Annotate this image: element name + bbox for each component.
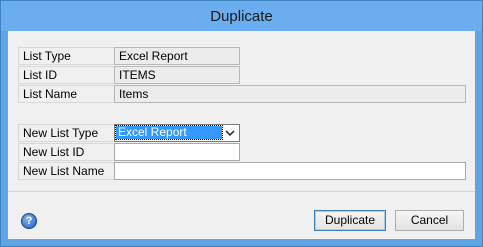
list-id-label: List ID — [18, 66, 114, 84]
new-list-id-input[interactable] — [114, 143, 240, 161]
help-icon[interactable]: ? — [21, 213, 37, 229]
list-type-label: List Type — [18, 47, 114, 65]
title-bar[interactable]: Duplicate — [1, 1, 482, 31]
list-name-label: List Name — [18, 85, 114, 103]
duplicate-dialog: Duplicate List Type Excel Report List ID… — [0, 0, 483, 247]
cancel-button[interactable]: Cancel — [395, 210, 464, 231]
new-list-type-select[interactable]: Excel Report — [114, 124, 240, 142]
dialog-title: Duplicate — [210, 8, 273, 25]
new-list-type-label: New List Type — [18, 124, 114, 142]
new-list-name-input[interactable] — [114, 162, 466, 180]
new-list-name-label: New List Name — [18, 162, 114, 180]
dialog-body: List Type Excel Report List ID ITEMS Lis… — [8, 31, 475, 239]
divider — [8, 191, 475, 192]
new-list-id-label: New List ID — [18, 143, 114, 161]
chevron-down-icon — [225, 130, 235, 137]
list-type-value: Excel Report — [114, 47, 240, 65]
duplicate-button[interactable]: Duplicate — [314, 210, 386, 231]
list-id-value: ITEMS — [114, 66, 240, 84]
new-list-type-selected-value: Excel Report — [115, 125, 223, 140]
list-name-value: Items — [114, 85, 466, 103]
